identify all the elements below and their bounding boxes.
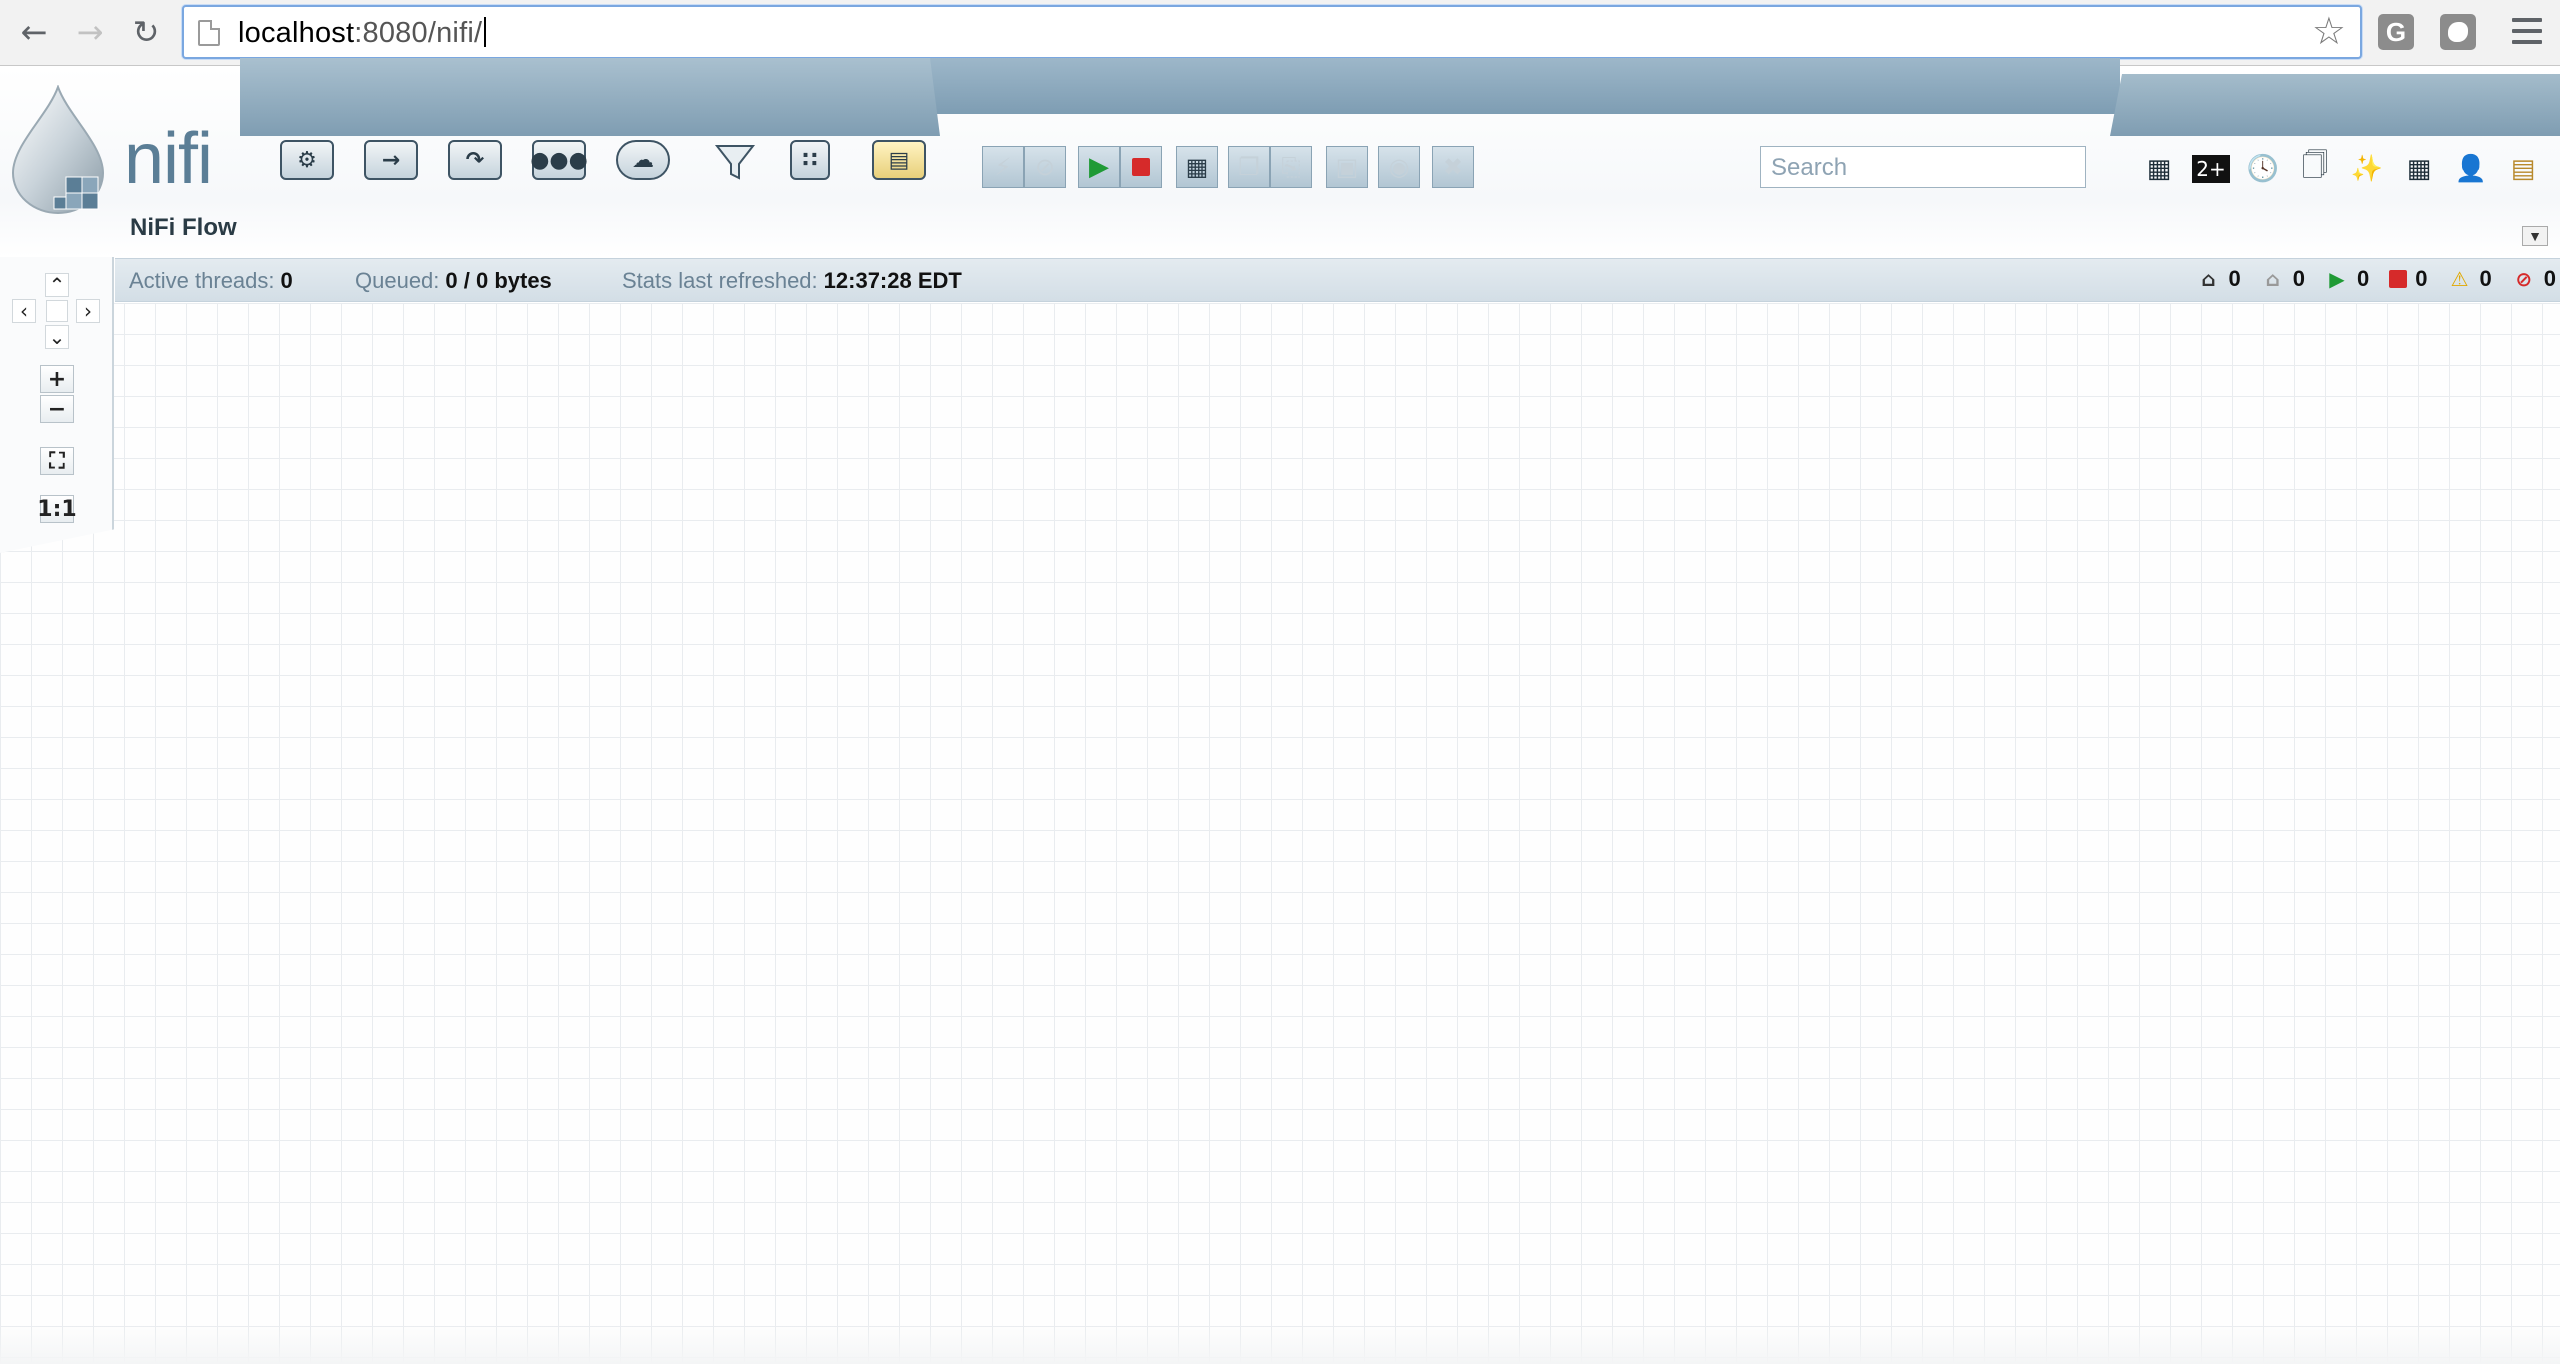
component-toolbar	[240, 58, 940, 136]
navigation-panel: ⌃ ‹ › ⌄ + − ⛶ 1:1	[0, 257, 114, 553]
stopped-icon	[2389, 270, 2408, 288]
clock-icon: 🕓	[2246, 154, 2280, 184]
status-bar: Active threads: 0 Queued: 0 / 0 bytes Stat…	[115, 258, 2560, 302]
transmitting-count: ⌂ 0	[2197, 266, 2240, 292]
running-icon: ▶	[2329, 267, 2345, 291]
reload-button[interactable]: ↻	[126, 12, 166, 52]
users-button[interactable]: 👤	[2452, 150, 2490, 188]
color-wheel-icon: ◉	[1388, 153, 1410, 181]
add-funnel-button[interactable]	[708, 140, 762, 184]
add-input-port-button[interactable]: →	[364, 140, 418, 180]
transmitting-icon: ⌂	[2201, 267, 2216, 291]
bulletin-icon: ▤	[2510, 154, 2536, 184]
pan-down-icon[interactable]: ⌄	[45, 325, 69, 349]
template-icon: ∷	[790, 140, 830, 180]
users-icon: 👤	[2454, 154, 2488, 184]
component-counts: ⌂ 0 ⌂ 0 ▶ 0 0 ⚠ 0 ⊘ 0	[2197, 266, 2556, 292]
process-group-icon: ●●●	[530, 140, 588, 180]
breadcrumb-flow-name[interactable]: NiFi Flow	[130, 214, 237, 242]
provenance-button[interactable]: 🗍	[2296, 150, 2334, 188]
tools-icon: ✨	[2350, 154, 2384, 184]
warning-icon: ⚠	[2450, 267, 2469, 291]
stopped-count: 0	[2389, 266, 2428, 292]
fit-to-screen-icon[interactable]: ⛶	[40, 447, 74, 475]
queued-stat: Queued: 0 / 0 bytes	[355, 268, 552, 293]
browser-menu-icon[interactable]	[2512, 18, 2542, 44]
stats-refreshed: Stats last refreshed: 12:37:28 EDT	[622, 268, 962, 293]
paste-button[interactable]: ⎘	[1270, 146, 1312, 188]
group-icon: ▣	[1335, 153, 1359, 181]
add-template-button[interactable]: ∷	[790, 140, 830, 180]
output-port-icon: ↷	[448, 140, 502, 180]
summary-button[interactable]: ▦	[2140, 150, 2178, 188]
zoom-in-button[interactable]: +	[40, 365, 74, 393]
copy-icon: ❐	[1238, 153, 1260, 181]
lightning-icon: ⚡	[994, 153, 1012, 181]
add-label-button[interactable]: ▤	[872, 140, 926, 180]
active-threads: Active threads: 0	[129, 268, 293, 293]
remote-process-group-icon: ☁	[616, 140, 670, 180]
disable-button[interactable]: ⊘	[1024, 146, 1066, 188]
enable-button[interactable]: ⚡	[982, 146, 1024, 188]
add-output-port-button[interactable]: ↷	[448, 140, 502, 180]
create-template-button[interactable]: ▦	[1176, 146, 1218, 188]
history-button[interactable]: 🕓	[2244, 150, 2282, 188]
provenance-icon: 🗍	[2302, 151, 2328, 181]
controller-settings-button[interactable]: ✨	[2348, 150, 2386, 188]
address-bar[interactable]: localhost:8080/nifi/ ☆	[182, 5, 2362, 59]
stop-button[interactable]	[1120, 146, 1162, 188]
counter-icon: 2+	[2192, 155, 2230, 183]
group-button[interactable]: ▣	[1326, 146, 1368, 188]
copy-button[interactable]: ❐	[1228, 146, 1270, 188]
add-processor-button[interactable]: ⚙	[280, 140, 334, 180]
paste-icon: ⎘	[1281, 153, 1301, 181]
actual-size-icon[interactable]: 1:1	[37, 495, 77, 523]
pan-up-icon[interactable]: ⌃	[45, 273, 69, 297]
input-port-icon: →	[364, 140, 418, 180]
delete-button[interactable]: ✖	[1432, 146, 1474, 188]
counters-button[interactable]: 2+	[2192, 150, 2230, 188]
url-text: localhost:8080/nifi/	[238, 17, 487, 50]
utility-toolbar	[2110, 74, 2560, 136]
search-input[interactable]: Search	[1760, 146, 2086, 188]
pan-center	[46, 300, 68, 322]
page-icon	[198, 20, 220, 46]
nifi-logo-text: nifi	[124, 119, 213, 199]
label-icon: ▤	[872, 140, 926, 180]
processor-icon: ⚙	[280, 140, 334, 180]
fill-color-button[interactable]: ◉	[1378, 146, 1420, 188]
zoom-out-button[interactable]: −	[40, 395, 74, 423]
funnel-icon	[714, 145, 756, 180]
pan-right-icon[interactable]: ›	[76, 299, 100, 323]
extension-ghostery-button[interactable]	[2440, 14, 2476, 50]
template-create-icon: ▦	[1185, 153, 1209, 181]
table-icon: ▦	[2146, 154, 2172, 184]
browser-toolbar: ← → ↻ localhost:8080/nifi/ ☆ G	[0, 0, 2560, 66]
delete-icon: ✖	[1442, 153, 1464, 181]
play-icon: ▶	[1089, 152, 1109, 182]
birds-eye-toggle-icon[interactable]: ▼	[2522, 226, 2548, 246]
pan-left-icon[interactable]: ‹	[12, 299, 36, 323]
bookmark-star-icon[interactable]: ☆	[2312, 11, 2346, 51]
back-button[interactable]: ←	[14, 12, 54, 52]
nifi-logo-drop-icon	[11, 85, 105, 214]
forward-button[interactable]: →	[70, 12, 110, 52]
start-button[interactable]: ▶	[1078, 146, 1120, 188]
stop-icon	[1132, 158, 1150, 176]
disable-icon: ⊘	[1034, 153, 1056, 181]
invalid-count: ⚠ 0	[2448, 266, 2492, 292]
not-transmitting-count: ⌂ 0	[2261, 266, 2305, 292]
disabled-count: ⊘ 0	[2512, 266, 2556, 292]
templates-button[interactable]: ▦	[2400, 150, 2438, 188]
add-remote-process-group-button[interactable]: ☁	[616, 140, 670, 180]
disabled-icon: ⊘	[2515, 267, 2533, 291]
templates-icon: ▦	[2406, 154, 2432, 184]
running-count: ▶ 0	[2325, 266, 2369, 292]
flow-canvas[interactable]	[0, 303, 2560, 1364]
add-process-group-button[interactable]: ●●●	[530, 140, 588, 180]
bulletin-board-button[interactable]: ▤	[2504, 150, 2542, 188]
not-transmitting-icon: ⌂	[2265, 267, 2280, 291]
extension-g-button[interactable]: G	[2378, 14, 2414, 50]
